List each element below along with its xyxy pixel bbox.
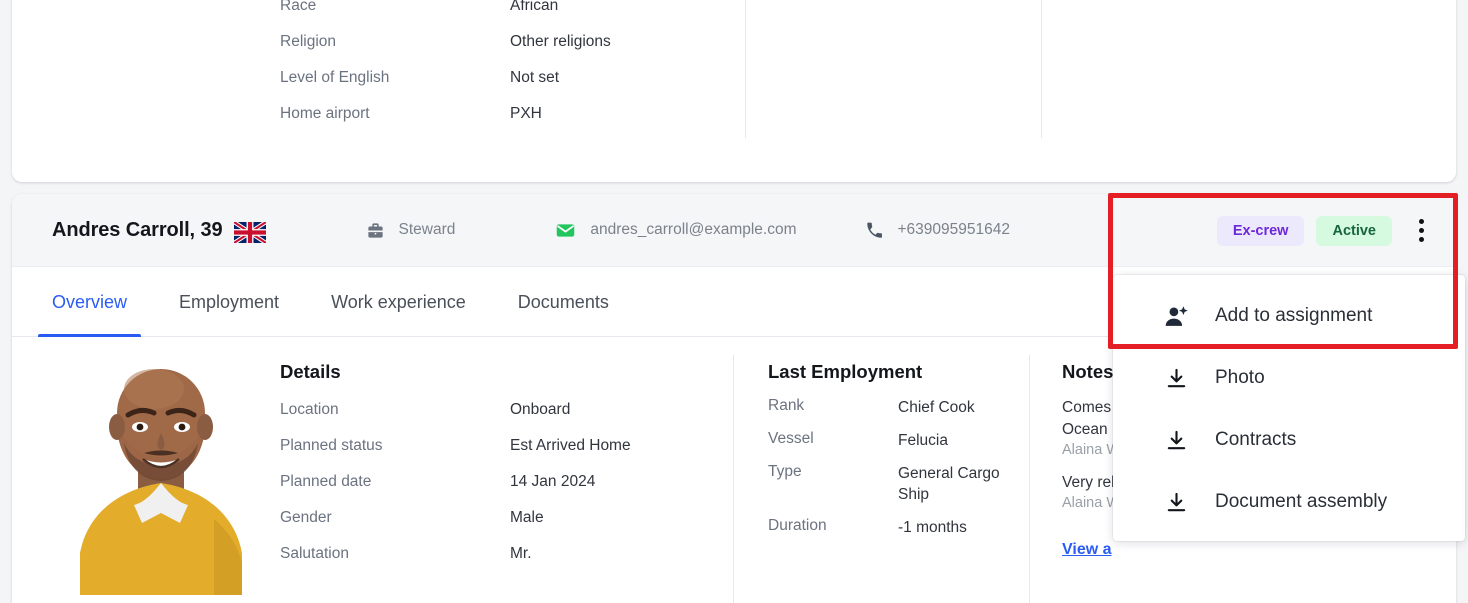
info-value: African (510, 0, 559, 14)
screen-root: Race African Religion Other religions Le… (0, 0, 1468, 603)
profile-identity: Andres Carroll, 39 (52, 218, 267, 245)
avatar (64, 347, 258, 595)
detail-key: Planned status (280, 437, 383, 454)
detail-row: Location Onboard (280, 397, 631, 433)
info-key: Race (280, 0, 317, 14)
menu-item-label: Add to assignment (1215, 305, 1373, 326)
detail-value: Est Arrived Home (510, 437, 631, 454)
tab-documents[interactable]: Documents (492, 267, 635, 337)
info-value: Other religions (510, 33, 611, 50)
employment-row: Vessel Felucia (768, 430, 1008, 451)
person-add-icon (1163, 304, 1189, 329)
employment-value: Felucia (898, 432, 948, 449)
employment-value: General Cargo Ship (898, 465, 1000, 503)
detail-key: Gender (280, 509, 332, 526)
detail-value: Onboard (510, 401, 571, 418)
more-actions-kebab-icon[interactable] (1404, 211, 1438, 251)
section-divider (1029, 355, 1030, 603)
info-row: Religion Other religions (280, 24, 611, 60)
menu-item-label: Contracts (1215, 429, 1297, 450)
personal-info-grid: Race African Religion Other religions Le… (12, 0, 1456, 182)
download-icon (1163, 429, 1189, 452)
info-key: Religion (280, 33, 337, 50)
card-divider (745, 0, 746, 138)
employment-value: Chief Cook (898, 399, 975, 416)
detail-row: Gender Male (280, 505, 631, 541)
detail-row: Planned status Est Arrived Home (280, 433, 631, 469)
menu-item-add-to-assignment[interactable]: Add to assignment (1113, 285, 1465, 347)
card-divider (1041, 0, 1042, 138)
details-section: Details Location Onboard Planned status … (280, 361, 631, 577)
phone-icon (865, 221, 884, 240)
employment-key: Rank (768, 397, 805, 414)
last-employment-title: Last Employment (768, 361, 923, 382)
rank-label: Steward (398, 221, 456, 238)
status-badge-active[interactable]: Active (1316, 215, 1392, 246)
menu-item-photo[interactable]: Photo (1113, 347, 1465, 409)
info-row: Race African (280, 0, 611, 24)
details-title: Details (280, 361, 341, 382)
info-row: Home airport PXH (280, 96, 611, 132)
detail-key: Location (280, 401, 339, 418)
email-display[interactable]: andres_carroll@example.com (555, 220, 797, 241)
employment-key: Type (768, 463, 802, 480)
detail-value: 14 Jan 2024 (510, 473, 596, 490)
tab-overview[interactable]: Overview (26, 267, 153, 337)
info-key: Home airport (280, 105, 370, 122)
email-label: andres_carroll@example.com (590, 221, 797, 238)
section-divider (733, 355, 734, 603)
page-title: Andres Carroll, 39 (52, 218, 223, 241)
briefcase-icon (366, 221, 385, 240)
download-icon (1163, 367, 1189, 390)
uk-flag-icon (232, 219, 267, 245)
menu-item-label: Document assembly (1215, 491, 1388, 512)
employment-row: Duration -1 months (768, 517, 1008, 538)
employment-key: Duration (768, 517, 827, 534)
rank-display: Steward (366, 221, 456, 240)
personal-info-card: Race African Religion Other religions Le… (12, 0, 1456, 182)
status-badges: Ex-crew Active (1216, 194, 1438, 267)
envelope-icon (555, 220, 576, 241)
menu-item-contracts[interactable]: Contracts (1113, 409, 1465, 471)
info-value: Not set (510, 69, 560, 86)
tab-work-experience[interactable]: Work experience (305, 267, 492, 337)
employment-value: -1 months (898, 519, 967, 536)
detail-row: Salutation Mr. (280, 541, 631, 577)
status-badge-ex-crew[interactable]: Ex-crew (1216, 215, 1305, 246)
profile-header: Andres Carroll, 39 Steward andres_carrol… (12, 194, 1456, 267)
detail-key: Planned date (280, 473, 372, 490)
menu-item-label: Photo (1215, 367, 1265, 388)
detail-value: Male (510, 509, 544, 526)
personal-info-rows: Race African Religion Other religions Le… (280, 0, 611, 132)
phone-label: +639095951642 (897, 221, 1011, 238)
detail-row: Planned date 14 Jan 2024 (280, 469, 631, 505)
tab-employment[interactable]: Employment (153, 267, 305, 337)
actions-dropdown-menu: Add to assignment Photo Contracts Docume… (1113, 275, 1465, 541)
info-row: Level of English Not set (280, 60, 611, 96)
info-value: PXH (510, 105, 542, 122)
employment-row: Type General Cargo Ship (768, 463, 1008, 505)
detail-key: Salutation (280, 545, 349, 562)
info-key: Level of English (280, 69, 390, 86)
detail-value: Mr. (510, 545, 532, 562)
phone-display[interactable]: +639095951642 (865, 221, 1011, 240)
download-icon (1163, 491, 1189, 514)
employment-row: Rank Chief Cook (768, 397, 1008, 418)
menu-item-document-assembly[interactable]: Document assembly (1113, 471, 1465, 533)
employment-key: Vessel (768, 430, 814, 447)
last-employment-section: Last Employment Rank Chief Cook Vessel F… (768, 361, 1008, 550)
view-all-notes-link[interactable]: View a (1062, 541, 1112, 559)
